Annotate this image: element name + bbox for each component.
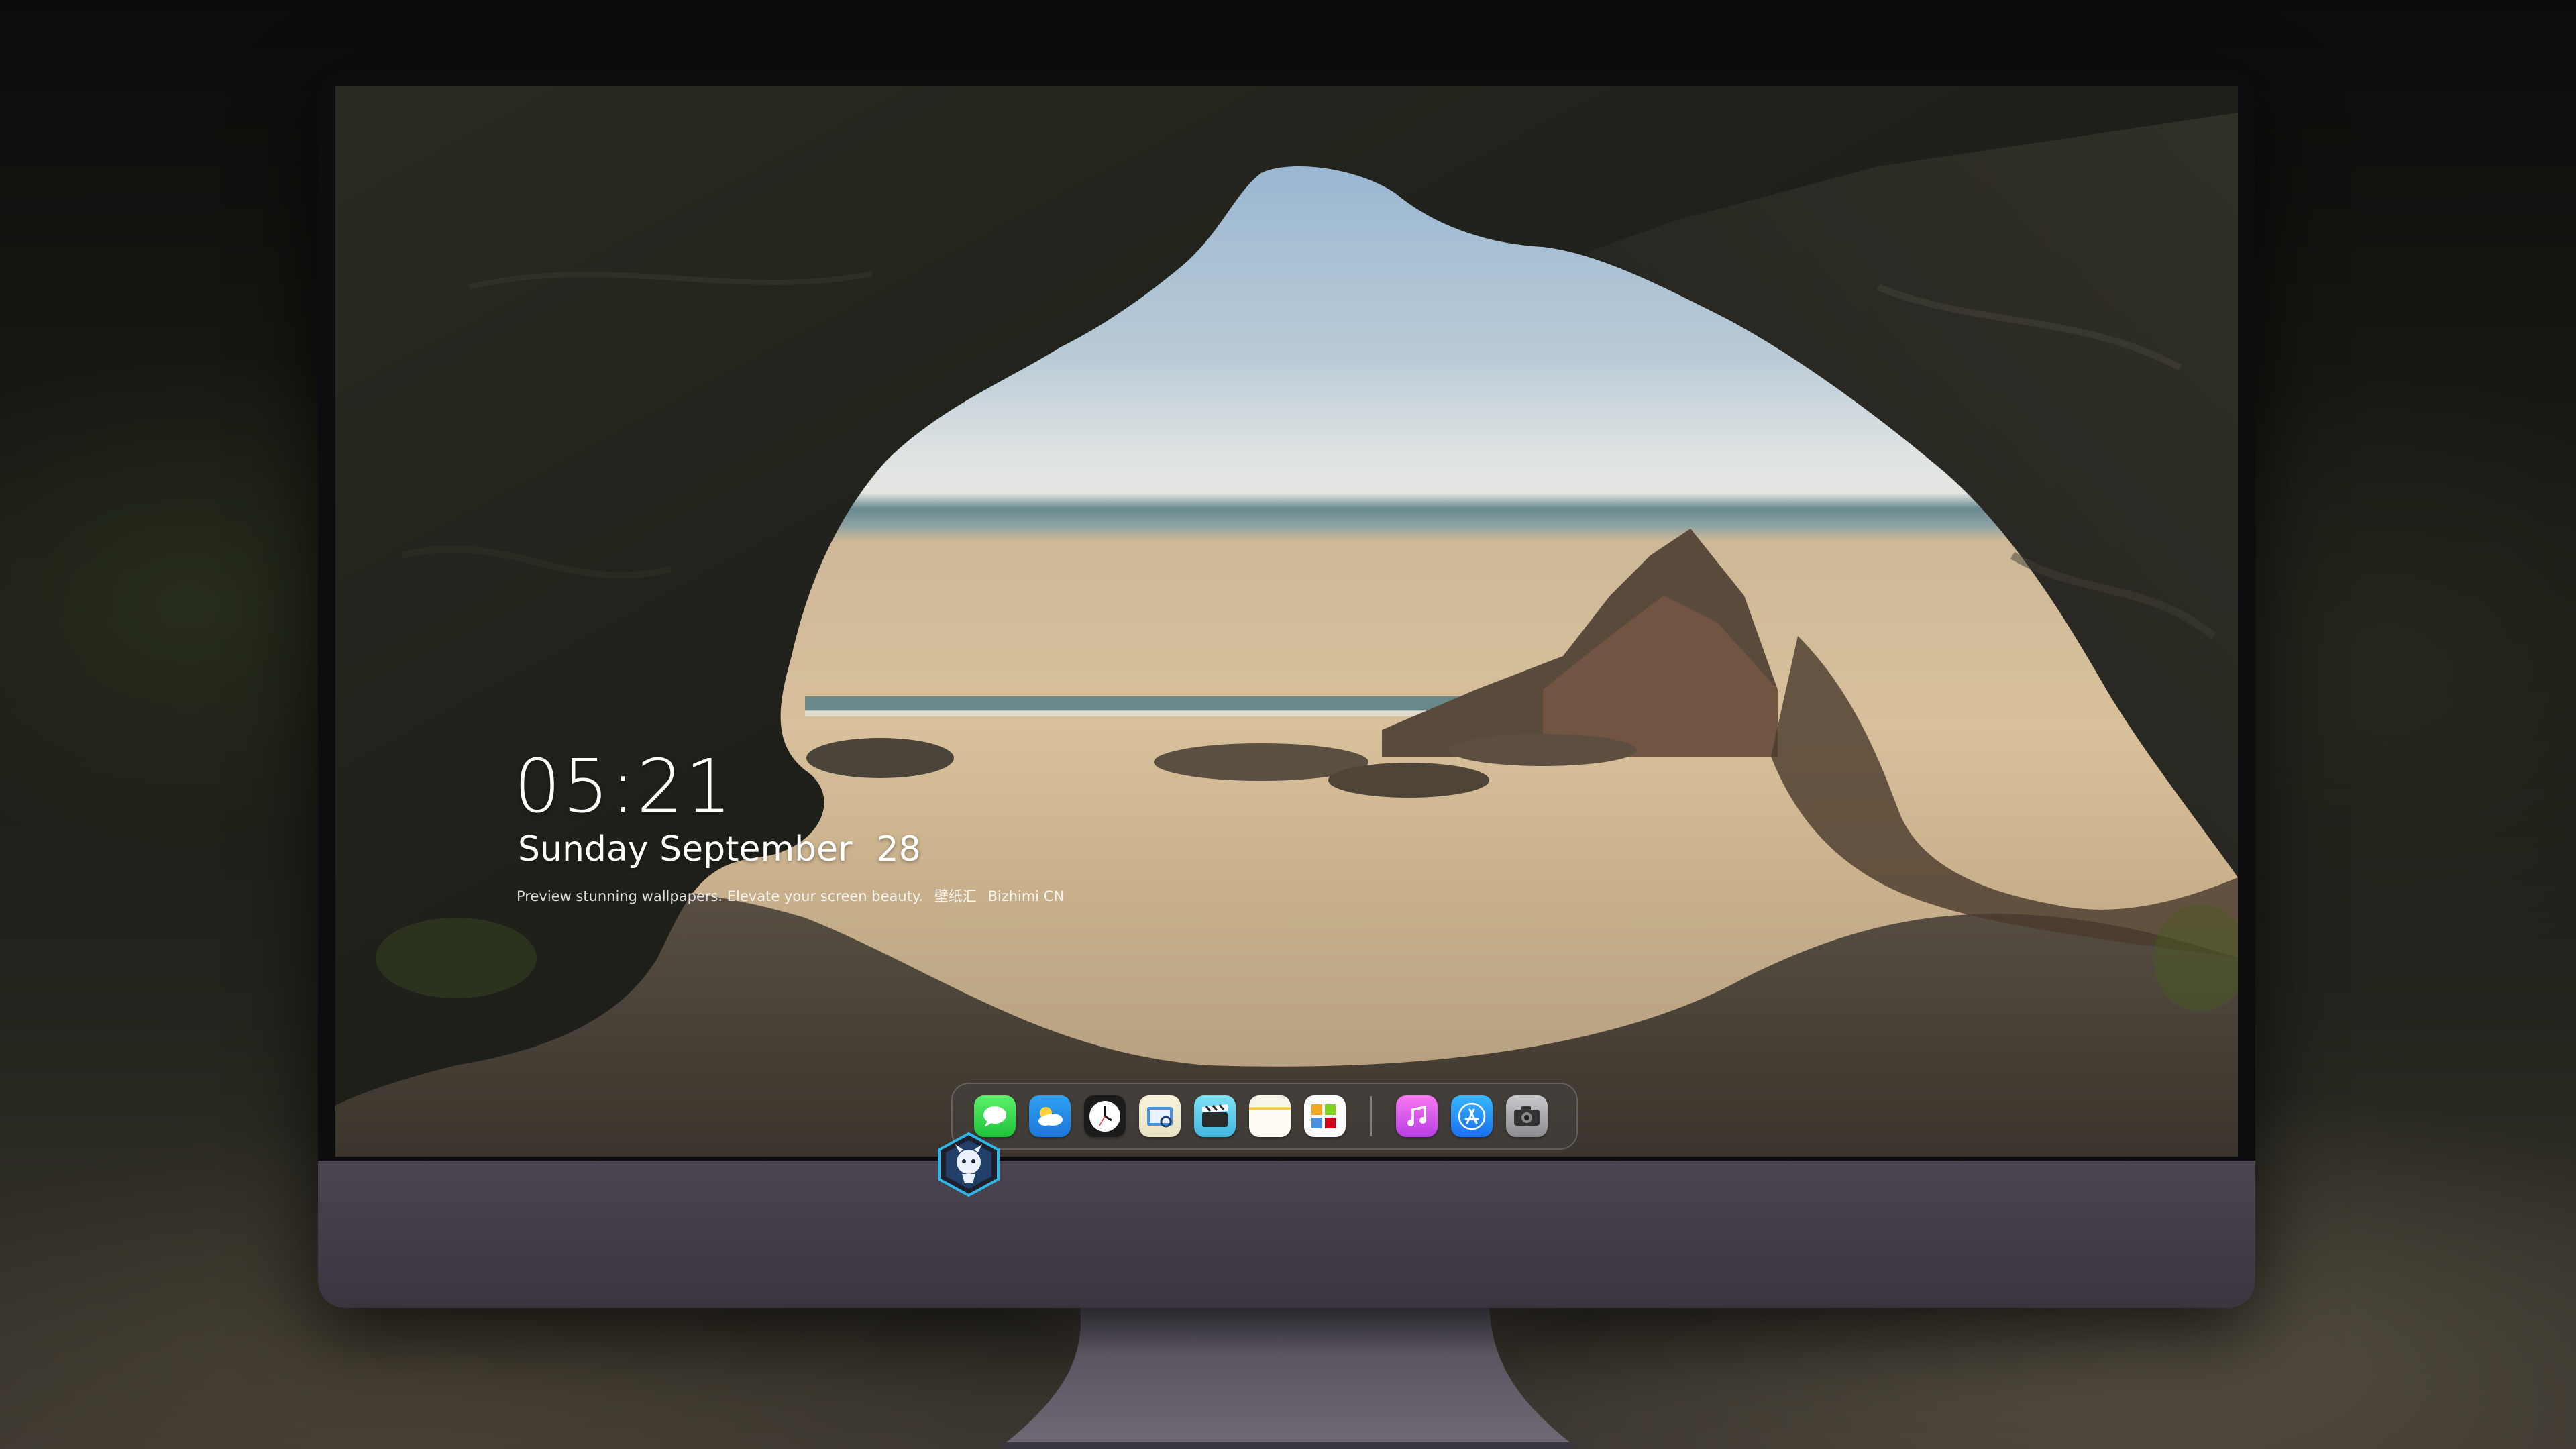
weather-icon[interactable] bbox=[1029, 1095, 1071, 1137]
dock-divider bbox=[1370, 1096, 1372, 1136]
music-icon[interactable] bbox=[1396, 1095, 1438, 1137]
lock-screen-time: 05:21 bbox=[514, 743, 734, 829]
calendar-icon[interactable] bbox=[1304, 1095, 1346, 1137]
date-day: 28 bbox=[876, 829, 921, 869]
wallpaper-cave-rock bbox=[335, 86, 2238, 1157]
monitor-chin bbox=[318, 1161, 2255, 1308]
clips-icon[interactable] bbox=[1194, 1095, 1236, 1137]
camera-icon[interactable] bbox=[1506, 1095, 1548, 1137]
caption-text: Preview stunning wallpapers. Elevate you… bbox=[517, 888, 924, 904]
date-weekday-month: Sunday September bbox=[518, 829, 853, 869]
lock-screen-date: Sunday September 28 bbox=[518, 829, 921, 869]
caption-cn-text: 壁纸汇 bbox=[934, 888, 977, 904]
finder-icon[interactable] bbox=[1139, 1095, 1181, 1137]
app-store-icon[interactable] bbox=[1451, 1095, 1493, 1137]
monitor-stand bbox=[1000, 1308, 1576, 1449]
wallpaper-caption: Preview stunning wallpapers. Elevate you… bbox=[517, 885, 1064, 906]
dock bbox=[951, 1083, 1578, 1150]
caption-source: Bizhimi CN bbox=[987, 888, 1065, 904]
imac-monitor: 05:21 Sunday September 28 Preview stunnin… bbox=[318, 71, 2255, 1308]
clock-icon[interactable] bbox=[1084, 1095, 1126, 1137]
desktop-screen: 05:21 Sunday September 28 Preview stunnin… bbox=[335, 86, 2238, 1157]
notes-icon[interactable] bbox=[1249, 1095, 1291, 1137]
mascot-logo bbox=[938, 1132, 1000, 1197]
